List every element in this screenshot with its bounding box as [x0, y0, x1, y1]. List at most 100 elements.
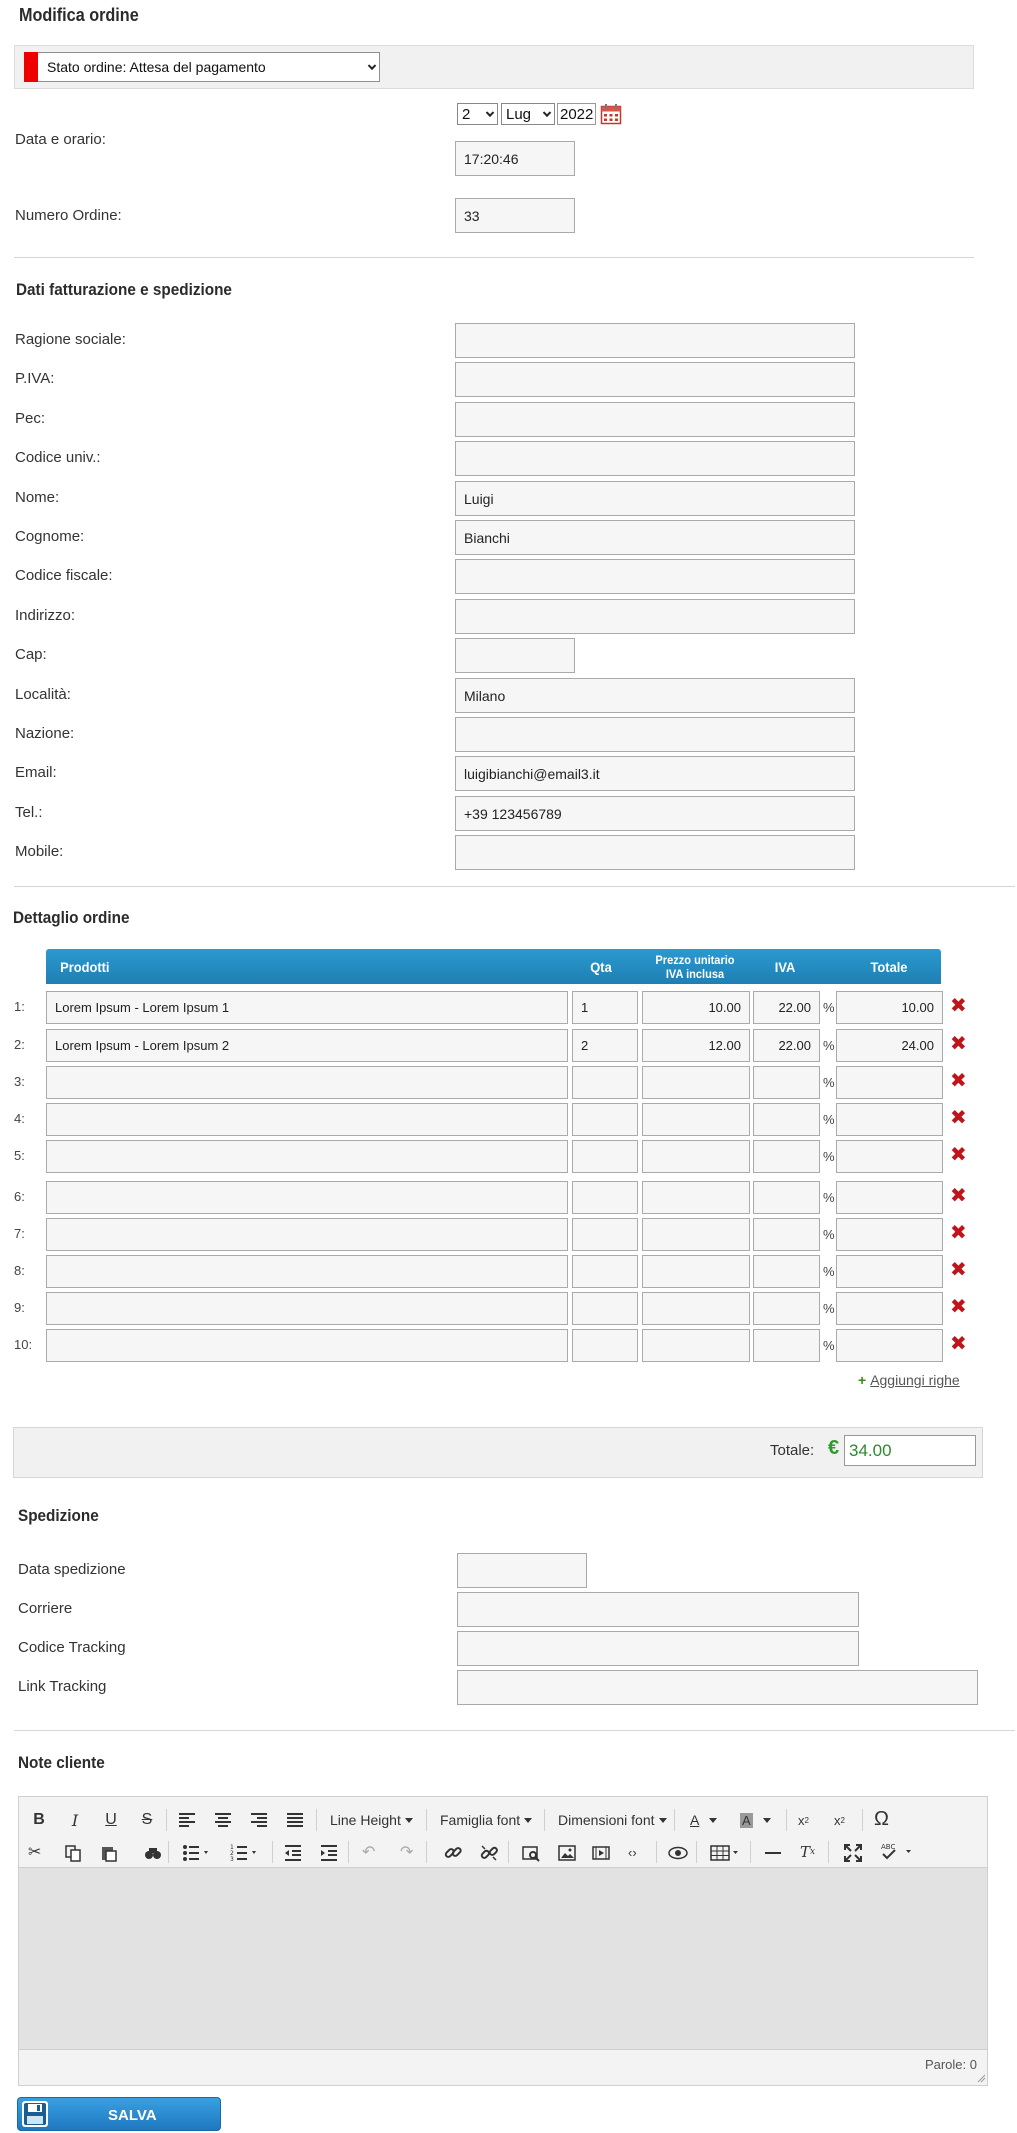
superscript-icon[interactable]: x2 — [834, 1809, 845, 1831]
time-input[interactable]: 17:20:46 — [455, 141, 575, 176]
qty-input[interactable] — [572, 1181, 638, 1214]
clear-formatting-icon[interactable]: Tx — [800, 1841, 815, 1863]
delete-x-icon[interactable]: ✖ — [950, 1223, 967, 1243]
paste-icon[interactable] — [100, 1844, 118, 1862]
media-icon[interactable] — [592, 1844, 610, 1862]
unit-price-input[interactable]: 10.00 — [642, 991, 750, 1024]
notes-text-area[interactable] — [19, 1867, 987, 2050]
row-total-input[interactable] — [836, 1329, 943, 1362]
align-center-icon[interactable] — [214, 1812, 232, 1828]
product-input[interactable] — [46, 1066, 568, 1099]
product-input[interactable]: Lorem Ipsum - Lorem Ipsum 1 — [46, 991, 568, 1024]
indent-icon[interactable] — [320, 1844, 338, 1862]
billing-field-input[interactable]: Luigi — [455, 481, 855, 516]
vat-input[interactable] — [753, 1140, 820, 1173]
shipping-field-input[interactable] — [457, 1553, 587, 1588]
row-total-input[interactable] — [836, 1103, 943, 1136]
vat-input[interactable] — [753, 1066, 820, 1099]
italic-icon[interactable]: I — [64, 1809, 86, 1831]
shipping-field-input[interactable] — [457, 1592, 859, 1627]
billing-field-input[interactable]: Bianchi — [455, 520, 855, 555]
code-icon[interactable]: ‹› — [628, 1841, 637, 1863]
delete-x-icon[interactable]: ✖ — [950, 1145, 967, 1165]
unit-price-input[interactable] — [642, 1140, 750, 1173]
billing-field-input[interactable] — [455, 441, 855, 476]
undo-icon[interactable]: ↶ — [362, 1841, 375, 1863]
billing-field-input[interactable]: luigibianchi@email3.it — [455, 756, 855, 791]
delete-x-icon[interactable]: ✖ — [950, 1071, 967, 1091]
row-total-input[interactable] — [836, 1181, 943, 1214]
link-icon[interactable] — [444, 1844, 462, 1862]
line-height-dropdown[interactable]: Line Height — [330, 1809, 413, 1831]
align-justify-icon[interactable] — [286, 1812, 304, 1828]
special-chars-icon[interactable]: Ω — [874, 1808, 889, 1830]
product-input[interactable] — [46, 1292, 568, 1325]
font-family-dropdown[interactable]: Famiglia font — [440, 1809, 533, 1831]
vat-input[interactable] — [753, 1255, 820, 1288]
numbered-list-icon[interactable]: 123 — [230, 1844, 260, 1862]
billing-field-input[interactable]: +39 123456789 — [455, 796, 855, 831]
add-rows-link[interactable]: + Aggiungi righe — [858, 1372, 960, 1388]
product-input[interactable] — [46, 1181, 568, 1214]
image-icon[interactable] — [558, 1844, 576, 1862]
unit-price-input[interactable] — [642, 1292, 750, 1325]
qty-input[interactable]: 1 — [572, 991, 638, 1024]
unit-price-input[interactable] — [642, 1329, 750, 1362]
vat-input[interactable]: 22.00 — [753, 991, 820, 1024]
underline-icon[interactable]: U — [100, 1809, 122, 1831]
row-total-input[interactable] — [836, 1292, 943, 1325]
day-select[interactable]: 2 — [457, 103, 498, 125]
delete-x-icon[interactable]: ✖ — [950, 1034, 967, 1054]
unit-price-input[interactable] — [642, 1181, 750, 1214]
outdent-icon[interactable] — [284, 1844, 302, 1862]
qty-input[interactable] — [572, 1255, 638, 1288]
qty-input[interactable]: 2 — [572, 1029, 638, 1062]
billing-field-input[interactable] — [455, 835, 855, 870]
bold-icon[interactable]: B — [28, 1809, 50, 1831]
delete-x-icon[interactable]: ✖ — [950, 996, 967, 1016]
vat-input[interactable] — [753, 1218, 820, 1251]
month-select[interactable]: Lug — [501, 103, 555, 125]
billing-field-input[interactable]: Milano — [455, 678, 855, 713]
shipping-field-input[interactable] — [457, 1670, 978, 1705]
align-left-icon[interactable] — [178, 1812, 196, 1828]
table-icon[interactable] — [710, 1844, 742, 1862]
calendar-icon[interactable] — [600, 103, 622, 125]
resize-handle-icon[interactable] — [976, 2073, 986, 2083]
delete-x-icon[interactable]: ✖ — [950, 1108, 967, 1128]
vat-input[interactable]: 22.00 — [753, 1029, 820, 1062]
vat-input[interactable] — [753, 1292, 820, 1325]
row-total-input[interactable]: 24.00 — [836, 1029, 943, 1062]
billing-field-input[interactable] — [455, 559, 855, 594]
unit-price-input[interactable] — [642, 1255, 750, 1288]
product-input[interactable] — [46, 1103, 568, 1136]
row-total-input[interactable] — [836, 1140, 943, 1173]
background-color-icon[interactable]: A — [740, 1809, 771, 1831]
row-total-input[interactable] — [836, 1066, 943, 1099]
bullet-list-icon[interactable] — [182, 1844, 212, 1862]
unlink-icon[interactable] — [480, 1844, 498, 1862]
product-input[interactable] — [46, 1255, 568, 1288]
delete-x-icon[interactable]: ✖ — [950, 1186, 967, 1206]
text-color-icon[interactable]: A — [690, 1809, 718, 1831]
unit-price-input[interactable]: 12.00 — [642, 1029, 750, 1062]
year-field[interactable]: 2022 — [557, 103, 596, 125]
qty-input[interactable] — [572, 1292, 638, 1325]
unit-price-input[interactable] — [642, 1103, 750, 1136]
billing-field-input[interactable] — [455, 717, 855, 752]
product-input[interactable] — [46, 1329, 568, 1362]
product-input[interactable] — [46, 1218, 568, 1251]
unit-price-input[interactable] — [642, 1066, 750, 1099]
file-browser-icon[interactable] — [522, 1844, 540, 1862]
billing-field-input[interactable] — [455, 638, 575, 673]
product-input[interactable] — [46, 1140, 568, 1173]
qty-input[interactable] — [572, 1329, 638, 1362]
redo-icon[interactable]: ↷ — [400, 1841, 413, 1863]
delete-x-icon[interactable]: ✖ — [950, 1260, 967, 1280]
align-right-icon[interactable] — [250, 1812, 268, 1828]
billing-field-input[interactable] — [455, 599, 855, 634]
delete-x-icon[interactable]: ✖ — [950, 1297, 967, 1317]
shipping-field-input[interactable] — [457, 1631, 859, 1666]
cut-icon[interactable]: ✂ — [28, 1841, 41, 1863]
billing-field-input[interactable] — [455, 402, 855, 437]
